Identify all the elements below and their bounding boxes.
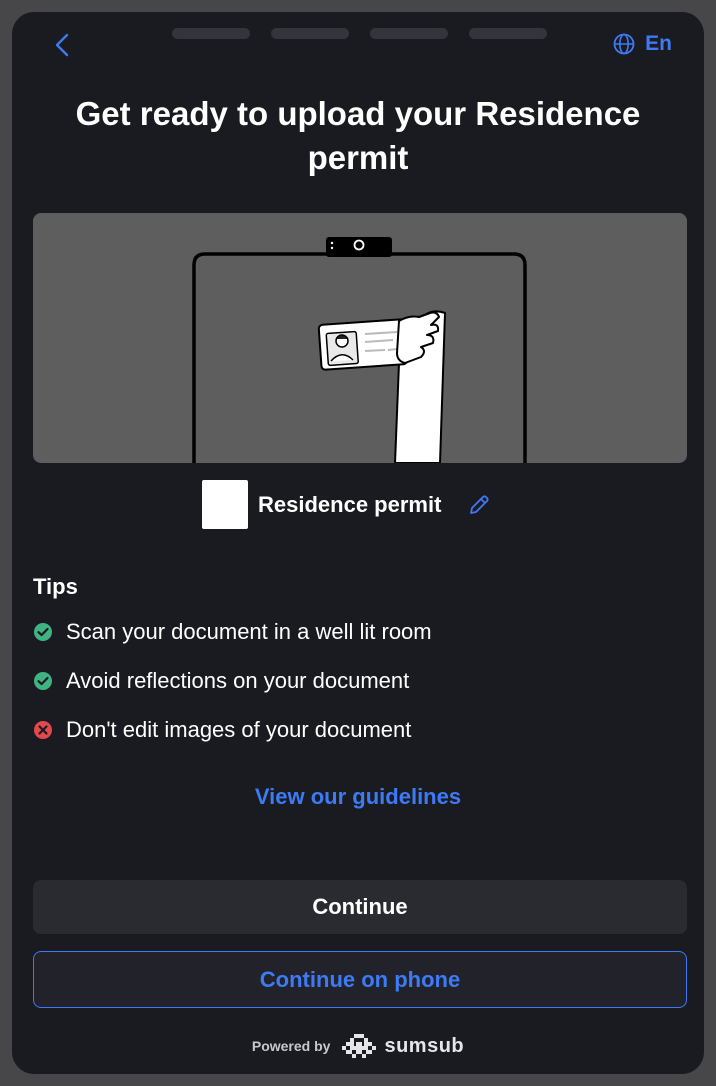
back-button[interactable] [50,32,74,58]
language-label: En [645,32,672,55]
tip-item: Don't edit images of your document [33,717,411,743]
tablet-with-id-card-illustration [192,237,527,463]
verification-card: En Get ready to upload your Residence pe… [12,12,704,1074]
progress-step [172,28,250,39]
page-title: Get ready to upload your Residence permi… [75,95,641,176]
chevron-left-icon [55,33,69,57]
powered-by-label: Powered by [251,1038,331,1054]
powered-by-footer: Powered by sumsub [12,1034,704,1058]
country-flag-icon [202,480,248,529]
progress-indicator [172,28,547,39]
tip-text: Avoid reflections on your document [66,668,410,693]
brand-name: sumsub [384,1034,465,1057]
edit-document-button[interactable] [467,493,491,517]
check-circle-icon [33,671,53,691]
document-illustration [33,213,687,463]
x-circle-icon [33,720,53,740]
sumsub-logo-icon [342,1034,377,1058]
tip-text: Scan your document in a well lit room [66,619,432,644]
tip-text: Don't edit images of your document [66,717,412,742]
progress-step [271,28,349,39]
continue-button[interactable]: Continue [33,880,687,934]
tip-item: Scan your document in a well lit room [33,619,432,645]
check-circle-icon [33,622,53,642]
progress-step [469,28,547,39]
selected-document: Residence permit [202,480,491,529]
globe-icon [613,33,635,55]
progress-step [370,28,448,39]
view-guidelines-link[interactable]: View our guidelines [12,784,704,810]
document-type-label: Residence permit [258,491,442,517]
tip-item: Avoid reflections on your document [33,668,409,694]
tips-heading: Tips [33,574,78,599]
pencil-icon [470,494,489,514]
language-selector[interactable]: En [613,32,672,56]
continue-on-phone-button[interactable]: Continue on phone [33,951,687,1008]
